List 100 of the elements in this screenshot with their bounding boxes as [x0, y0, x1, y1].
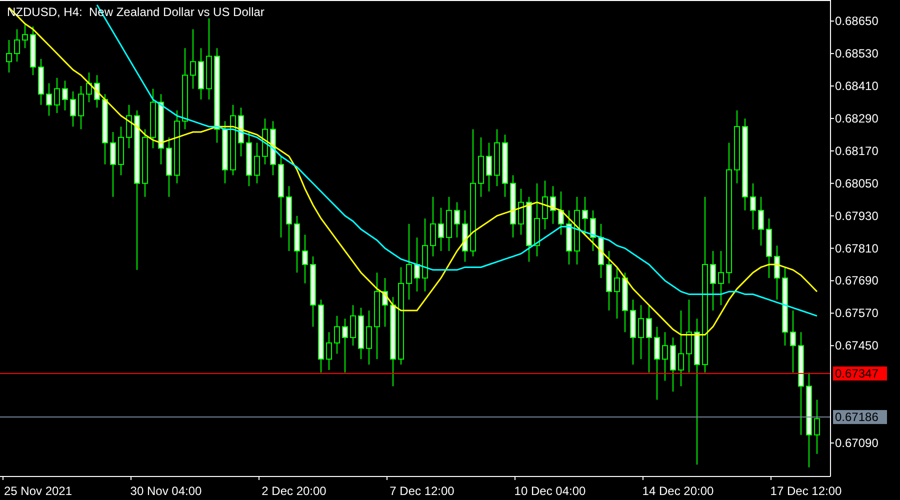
candlestick: [814, 399, 820, 454]
candlestick: [646, 304, 652, 374]
candlestick: [246, 131, 252, 187]
price-tag: 0.67347: [833, 366, 887, 380]
candlestick: [366, 310, 372, 366]
price-axis-label: 0.67450: [835, 338, 878, 353]
candlestick: [630, 299, 636, 366]
candlestick: [662, 332, 668, 382]
candlestick: [150, 88, 156, 149]
time-axis-label: 10 Dec 04:00: [514, 484, 586, 498]
candlestick: [750, 182, 756, 230]
ref-line-label: 0.67347: [835, 366, 879, 380]
candlestick: [102, 94, 108, 165]
candlestick: [526, 196, 532, 262]
candlestick: [62, 80, 68, 111]
candlestick: [238, 107, 244, 157]
time-axis-label: 2 Dec 20:00: [262, 484, 326, 498]
price-tag: 0.67186: [833, 410, 887, 424]
time-axis-label: 17 Dec 12:00: [770, 484, 842, 498]
candlestick: [558, 190, 564, 236]
price-axis-label: 0.67810: [835, 241, 878, 256]
price-axis-label: 0.68410: [835, 79, 878, 93]
candlestick: [14, 28, 20, 62]
candlestick: [190, 28, 196, 90]
candlestick: [590, 210, 596, 252]
candlestick: [510, 174, 516, 238]
candlestick: [502, 134, 508, 198]
candlestick: [94, 74, 100, 108]
candlestick: [230, 104, 236, 176]
candlestick: [54, 77, 60, 114]
candlestick: [198, 48, 204, 100]
price-axis-label: 0.67930: [835, 208, 878, 223]
candlestick: [22, 23, 28, 49]
candlestick: [38, 58, 44, 106]
candlestick: [486, 142, 492, 192]
time-axis-label: 25 Nov 2021: [4, 484, 72, 498]
candlestick: [494, 128, 500, 187]
candlestick: [382, 278, 388, 328]
candlestick: [110, 131, 116, 198]
price-axis-label: 0.68050: [835, 176, 878, 190]
candlestick: [790, 310, 796, 374]
candlestick: [550, 186, 556, 224]
candlestick: [326, 332, 332, 370]
candlestick: [606, 250, 612, 311]
price-axis-label: 0.68290: [835, 111, 878, 126]
candlestick: [358, 307, 364, 360]
candlestick: [286, 186, 292, 252]
candlestick: [254, 142, 260, 184]
candlestick: [414, 236, 420, 292]
candlestick: [758, 196, 764, 246]
price-axis-label: 0.68530: [835, 46, 878, 61]
price-axis-label: 0.68650: [835, 14, 878, 28]
candlestick: [598, 223, 604, 279]
candlestick: [310, 256, 316, 328]
candlestick: [614, 266, 620, 320]
candlestick: [462, 210, 468, 262]
candlestick: [566, 210, 572, 265]
candlestick: [270, 120, 276, 176]
candlestick: [518, 188, 524, 236]
candlestick: [638, 304, 644, 360]
candlestick: [118, 126, 124, 176]
candlestick: [302, 234, 308, 284]
price-axis-label: 0.68170: [835, 144, 878, 158]
candlestick: [766, 218, 772, 279]
candlestick: [46, 82, 52, 116]
candlestick: [670, 337, 676, 392]
candlestick: [294, 215, 300, 274]
candlestick: [350, 304, 356, 346]
candlestick: [86, 72, 92, 103]
candlestick: [142, 128, 148, 198]
time-axis-label: 30 Nov 04:00: [130, 484, 202, 498]
candlestick: [126, 104, 132, 149]
candlestick: [30, 26, 36, 76]
candlestick: [774, 245, 780, 300]
ref-line-label: 0.67186: [835, 410, 879, 424]
price-axis-label: 0.67090: [835, 436, 878, 450]
candlestick: [710, 250, 716, 311]
candlestick: [262, 118, 268, 165]
candlestick: [718, 250, 724, 306]
candlestick: [78, 86, 84, 130]
price-axis-label: 0.67690: [835, 274, 878, 288]
candlestick: [582, 196, 588, 236]
candlestick: [166, 136, 172, 198]
candlestick: [438, 207, 444, 252]
candlestick: [6, 40, 12, 73]
candlestick: [478, 136, 484, 198]
candlestick: [430, 196, 436, 257]
candlestick: [342, 318, 348, 374]
time-axis-label: 7 Dec 12:00: [390, 484, 454, 498]
time-axis-label: 14 Dec 20:00: [642, 484, 714, 498]
price-axis-label: 0.67570: [835, 306, 878, 320]
candlestick: [222, 120, 228, 184]
candlestick: [446, 196, 452, 252]
candlestick: [158, 94, 164, 165]
candlestick: [70, 90, 76, 128]
candlestick: [334, 315, 340, 354]
candlestick: [574, 196, 580, 265]
candlestick: [622, 272, 628, 333]
candlestick: [542, 180, 548, 230]
candlestick: [454, 202, 460, 238]
